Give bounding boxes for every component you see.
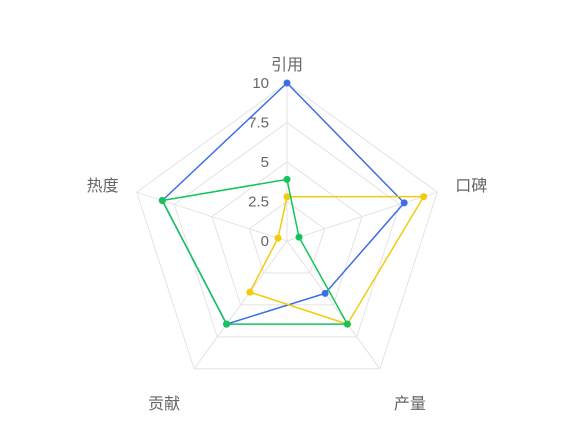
series-1-point-4: [274, 234, 282, 242]
series-2-point-0: [283, 175, 291, 183]
series-0-point-0: [283, 79, 291, 87]
series-0-point-1: [400, 199, 408, 207]
tick-label-2-5: 2.5: [248, 194, 269, 211]
series-2-point-3: [223, 320, 231, 328]
radar-chart-svg: 0 2.5 5 7.5 10 引用 口碑 产量 贡献 热度: [87, 55, 488, 413]
series-1-point-3: [246, 288, 254, 296]
tick-label-5: 5: [261, 154, 269, 171]
grid-layer: [136, 82, 438, 370]
axis-label-reputation: 口碑: [455, 176, 487, 195]
axis-label-popularity: 热度: [87, 176, 119, 195]
series-layer: [158, 79, 428, 328]
series-1-point-1: [420, 193, 428, 201]
axis-label-output: 产量: [394, 394, 426, 413]
axis-label-citation: 引用: [271, 55, 303, 74]
series-2-point-1: [295, 233, 303, 241]
series-2-point-4: [158, 197, 166, 204]
tick-label-7-5: 7.5: [248, 115, 269, 132]
tick-layer: 0 2.5 5 7.5 10: [248, 75, 269, 250]
tick-label-0: 0: [261, 233, 269, 250]
radar-chart: 0 2.5 5 7.5 10 引用 口碑 产量 贡献 热度: [0, 0, 564, 448]
series-0-point-2: [321, 289, 329, 297]
series-0-line: [161, 82, 405, 325]
series-2-point-2: [343, 320, 351, 328]
axis-label-contribution: 贡献: [148, 394, 180, 413]
grid-spoke-1: [286, 191, 438, 242]
tick-label-10: 10: [252, 75, 269, 92]
